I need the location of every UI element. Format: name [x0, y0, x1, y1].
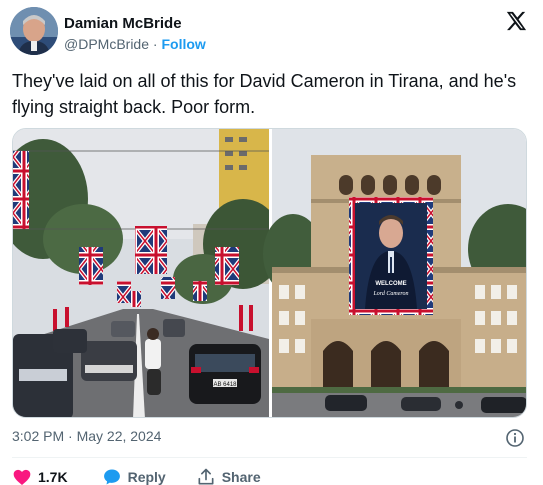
author-name[interactable]: Damian McBride: [64, 15, 182, 32]
share-label: Share: [221, 469, 261, 485]
divider: [12, 457, 527, 458]
follow-button[interactable]: Follow: [161, 36, 205, 52]
info-icon[interactable]: [505, 428, 525, 448]
share-upload-icon: [198, 468, 214, 485]
author-meta: @DPMcBride · Follow: [64, 36, 206, 52]
author-handle[interactable]: @DPMcBride: [64, 36, 149, 52]
reply-button[interactable]: Reply: [102, 467, 166, 485]
heart-icon: [13, 469, 31, 485]
reply-bubble-icon: [103, 469, 120, 485]
share-button[interactable]: Share: [196, 467, 261, 485]
banner-welcome: WELCOME: [375, 281, 406, 287]
tweet-text: They've laid on all of this for David Ca…: [12, 71, 517, 117]
street-photo: AB 6418: [13, 129, 283, 417]
reply-label: Reply: [127, 469, 166, 485]
banner-name: Lord Cameron: [372, 291, 408, 297]
tweet-timestamp[interactable]: 3:02 PM · May 22, 2024: [12, 428, 161, 444]
building-photo: WELCOME Lord Cameron: [263, 129, 526, 417]
tweet-header: Damian McBride @DPMcBride · Follow: [10, 6, 533, 56]
license-plate: AB 6418: [213, 382, 237, 388]
like-button[interactable]: 1.7K: [12, 467, 68, 485]
tweet-actions: 1.7K Reply Share: [12, 466, 261, 485]
tweet-media[interactable]: AB 6418 WELCOME Lord Cameron: [12, 128, 527, 418]
x-logo-icon[interactable]: [505, 10, 527, 32]
avatar[interactable]: [10, 7, 58, 55]
like-count: 1.7K: [38, 469, 68, 485]
